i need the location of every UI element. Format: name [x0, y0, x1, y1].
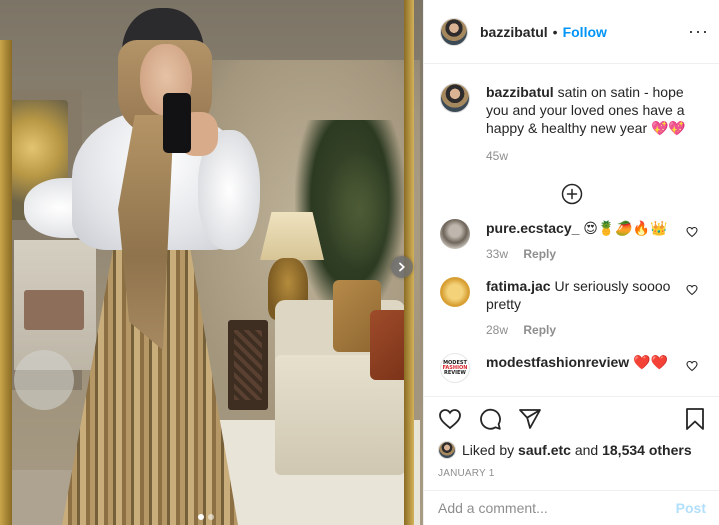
cabinet-door	[234, 330, 262, 400]
comment-item: fatima.jac Ur seriously soooo pretty 28w…	[440, 277, 704, 339]
post-actions: Liked by sauf.etc and 18,534 others JANU…	[424, 396, 719, 479]
liker-avatar[interactable]	[438, 441, 456, 459]
paper-plane-icon	[519, 409, 541, 429]
header-username[interactable]: bazzibatul	[480, 24, 548, 40]
chevron-right-icon	[399, 262, 405, 272]
carousel-dot	[208, 514, 214, 520]
speech-bubble-icon	[480, 408, 501, 430]
follow-button[interactable]: Follow	[563, 24, 607, 40]
likes-prefix: Liked by	[462, 442, 515, 458]
phone	[163, 93, 191, 153]
reply-button[interactable]: Reply	[523, 247, 556, 261]
comment-item: MODEST FASHION REVIEW modestfashionrevie…	[440, 353, 704, 383]
like-button[interactable]	[438, 407, 462, 431]
carousel-dot	[198, 514, 204, 520]
dresser-drawer	[24, 290, 84, 330]
avatar[interactable]	[440, 17, 468, 46]
heart-icon	[439, 409, 461, 430]
comment-button[interactable]	[478, 407, 502, 431]
glass-side-table	[14, 350, 74, 410]
comments-list[interactable]: bazzibatul satin on satin - hope you and…	[424, 65, 719, 396]
caption: bazzibatul satin on satin - hope you and…	[440, 83, 704, 165]
comment-username[interactable]: modestfashionreview	[486, 354, 629, 370]
avatar[interactable]	[440, 277, 470, 307]
avatar[interactable]	[440, 219, 470, 249]
share-button[interactable]	[518, 407, 542, 431]
likes-summary: Liked by sauf.etc and 18,534 others	[438, 441, 706, 459]
carousel-indicator	[198, 514, 214, 520]
heart-icon	[686, 360, 698, 372]
reply-button[interactable]: Reply	[523, 323, 556, 337]
plus-circle-icon	[561, 183, 583, 205]
separator-dot: •	[552, 23, 558, 40]
comment-username[interactable]: pure.ecstacy_	[486, 220, 579, 236]
mirror-frame	[0, 40, 12, 525]
modest-fashion-review-logo: MODEST FASHION REVIEW	[442, 359, 468, 376]
comment-username[interactable]: fatima.jac	[486, 278, 551, 294]
post-photo[interactable]	[0, 0, 423, 525]
post-date[interactable]: JANUARY 1	[438, 468, 706, 479]
add-comment-bar: Post	[424, 490, 719, 525]
more-options-icon[interactable]: ···	[688, 22, 709, 40]
comment-time[interactable]: 28w	[486, 323, 508, 337]
heart-icon	[686, 284, 698, 296]
caption-username[interactable]: bazzibatul	[486, 84, 554, 100]
like-comment-button[interactable]	[686, 283, 698, 299]
avatar[interactable]	[440, 83, 470, 113]
bookmark-icon	[686, 408, 704, 430]
load-more-comments-button[interactable]	[440, 183, 704, 205]
heart-icon	[686, 226, 698, 238]
post-comment-button[interactable]: Post	[676, 500, 706, 516]
next-slide-button[interactable]	[391, 256, 413, 278]
like-comment-button[interactable]	[686, 225, 698, 241]
save-button[interactable]	[684, 407, 706, 431]
avatar[interactable]: MODEST FASHION REVIEW	[440, 353, 470, 383]
likes-conjunction: and	[574, 442, 599, 458]
like-comment-button[interactable]	[686, 359, 698, 375]
comment-text: ❤️❤️	[633, 354, 668, 370]
caption-time[interactable]: 45w	[486, 147, 704, 165]
potted-plant-leaves	[325, 150, 395, 270]
liker-username[interactable]: sauf.etc	[518, 442, 571, 458]
comment-item: pure.ecstacy_ 😍🍍🥭🔥👑 33w Reply	[440, 219, 704, 263]
likes-count-link[interactable]: 18,534 others	[602, 442, 692, 458]
comment-input[interactable]	[438, 500, 676, 516]
post-sidebar: bazzibatul • Follow ··· bazzibatul satin…	[423, 0, 719, 525]
instagram-post: bazzibatul • Follow ··· bazzibatul satin…	[0, 0, 719, 525]
comment-text: 😍🍍🥭🔥👑	[583, 220, 668, 236]
comment-time[interactable]: 33w	[486, 247, 508, 261]
post-header: bazzibatul • Follow ···	[424, 0, 719, 64]
